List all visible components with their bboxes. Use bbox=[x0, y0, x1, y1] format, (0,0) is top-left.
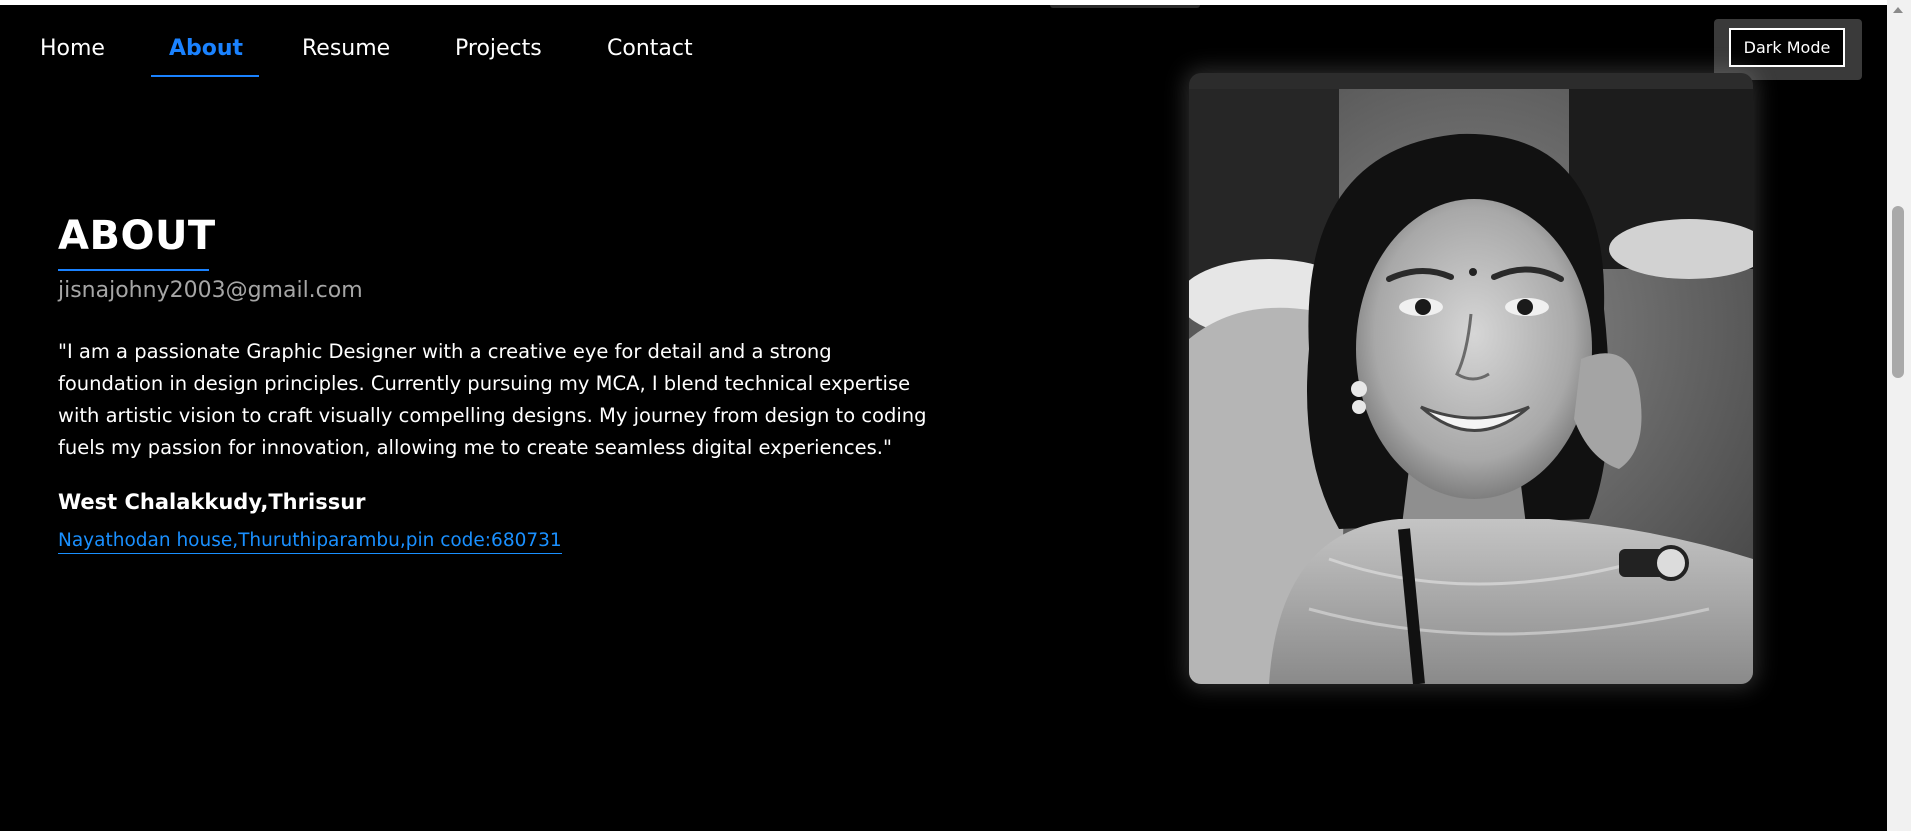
location-heading: West Chalakkudy,Thrissur bbox=[58, 490, 366, 514]
address-link[interactable]: Nayathodan house,Thuruthiparambu,pin cod… bbox=[58, 530, 562, 554]
bio-line: "I am a passionate Graphic Designer with… bbox=[58, 340, 832, 363]
dark-mode-button[interactable]: Dark Mode bbox=[1729, 28, 1845, 67]
portrait-photo bbox=[1189, 89, 1753, 684]
bio-line: foundation in design principles. Current… bbox=[58, 372, 911, 395]
scroll-up-arrow-icon[interactable] bbox=[1893, 7, 1903, 13]
top-edge-hint bbox=[1050, 5, 1200, 8]
nav-active-underline bbox=[151, 75, 259, 77]
scrollbar-thumb[interactable] bbox=[1892, 206, 1904, 378]
nav-about[interactable]: About bbox=[169, 36, 243, 61]
vertical-scrollbar[interactable] bbox=[1887, 0, 1911, 831]
bio-paragraph: "I am a passionate Graphic Designer with… bbox=[58, 336, 958, 464]
nav-resume[interactable]: Resume bbox=[302, 36, 390, 61]
bio-line: with artistic vision to craft visually c… bbox=[58, 404, 927, 427]
about-heading: ABOUT bbox=[58, 213, 216, 259]
page-viewport: Home About Resume Projects Contact Dark … bbox=[0, 5, 1887, 831]
profile-photo-frame bbox=[1189, 73, 1753, 684]
email-text: jisnajohny2003@gmail.com bbox=[58, 278, 363, 303]
nav-contact[interactable]: Contact bbox=[607, 36, 693, 61]
bio-line: fuels my passion for innovation, allowin… bbox=[58, 436, 892, 459]
nav-projects[interactable]: Projects bbox=[455, 36, 542, 61]
nav-home[interactable]: Home bbox=[40, 36, 105, 61]
about-heading-underline bbox=[58, 269, 209, 271]
